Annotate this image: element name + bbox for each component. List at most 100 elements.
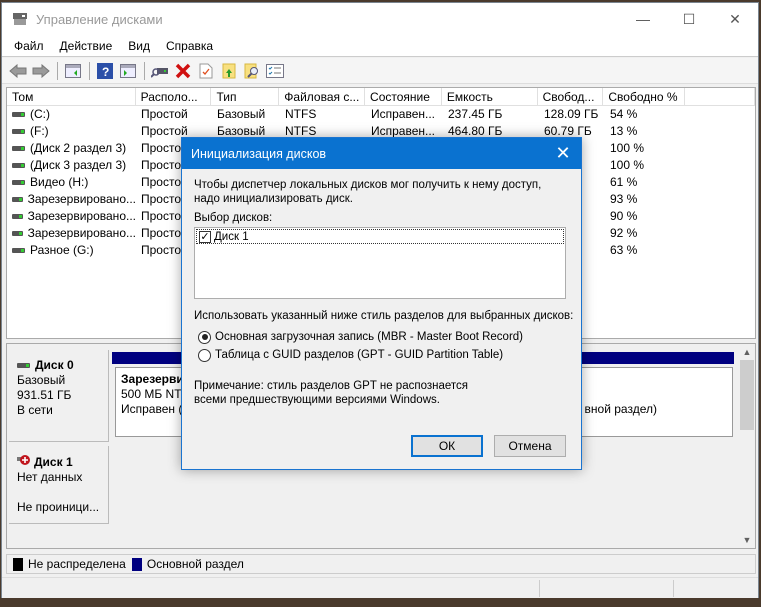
disk-offline-icon [17,454,31,470]
volume-list-header: Том Располо... Тип Файловая с... Состоян… [7,88,755,106]
mbr-label: Основная загрузочная запись (MBR - Maste… [215,331,524,343]
column-header-layout[interactable]: Располо... [136,88,212,106]
disk-0-name: Диск 0 [35,358,74,372]
action-pane-icon[interactable] [117,60,139,82]
mbr-radio[interactable] [198,330,211,344]
dialog-intro: Чтобы диспетчер локальных дисков мог пол… [194,179,542,205]
gpt-option[interactable]: Таблица с GUID разделов (GPT - GUID Part… [194,346,523,364]
disk-list-item[interactable]: ✓ Диск 1 [196,229,564,244]
volume-icon [12,163,25,168]
volume-name-cell: Зарезервировано... [7,225,136,242]
dialog-close-button[interactable]: ✕ [545,143,581,164]
volume-name-cell: Разное (G:) [7,242,136,259]
volume-name: (Диск 3 раздел 3) [30,158,127,172]
legend-primary: Основной раздел [146,557,244,571]
back-icon[interactable] [7,60,29,82]
mbr-option[interactable]: Основная загрузочная запись (MBR - Maste… [194,328,523,346]
volume-name: Видео (H:) [30,175,89,189]
toolbar-separator [57,61,58,80]
volume-icon [12,248,25,253]
scroll-up-icon[interactable]: ▲ [739,344,755,360]
menu-view[interactable]: Вид [120,39,158,53]
title-bar: Управление дисками — ☐ ✕ [2,3,758,35]
volume-icon [12,231,23,236]
status-bar [2,577,758,598]
column-header-status[interactable]: Состояние [365,88,442,106]
column-header-type[interactable]: Тип [211,88,280,106]
scroll-down-icon[interactable]: ▼ [739,532,755,548]
cancel-button[interactable]: Отмена [494,435,566,457]
volume-cell-layout: Простой [141,107,188,121]
volume-cell-free-pct: 100 % [610,158,645,172]
import-icon[interactable] [218,60,240,82]
graphical-view-scrollbar[interactable]: ▲ ▼ [739,344,755,548]
volume-cell-free-pct: 54 % [610,107,638,121]
help-icon[interactable]: ? [94,60,116,82]
menu-action[interactable]: Действие [52,39,121,53]
select-disks-label: Выбор дисков: [194,212,273,224]
volume-name: Зарезервировано... [27,226,136,240]
column-header-capacity[interactable]: Емкость [442,88,538,106]
volume-cell-free: 128.09 ГБ [544,107,599,121]
maximize-button[interactable]: ☐ [666,3,712,35]
toolbar-separator [89,61,90,80]
volume-cell-free-pct: 13 % [610,124,638,138]
menu-help[interactable]: Справка [158,39,221,53]
dialog-title: Инициализация дисков [191,146,327,161]
volume-row[interactable]: (C:) Простой Базовый NTFS Исправен... 237.45 … [7,106,755,123]
forward-icon[interactable] [30,60,52,82]
disk-icon [17,363,30,368]
toolbar: ? [2,58,758,84]
connect-icon[interactable] [149,60,171,82]
disk-select-list[interactable]: ✓ Диск 1 [194,227,566,299]
disk-management-icon [12,12,28,26]
volume-name: (C:) [30,107,50,121]
gpt-note: Примечание: стиль разделов GPT не распоз… [194,380,468,406]
volume-icon [12,180,25,185]
volume-name: Разное (G:) [30,243,94,257]
scrollbar-thumb[interactable] [740,360,754,430]
primary-partition-swatch [131,557,142,571]
ok-button[interactable]: ОК [411,435,483,457]
disk-1-type: Нет данных [17,470,83,484]
initialize-disk-dialog: Инициализация дисков ✕ Чтобы диспетчер л… [181,137,582,470]
volume-icon [12,146,25,151]
column-header-filesystem[interactable]: Файловая с... [279,88,366,106]
column-header-volume[interactable]: Том [7,88,136,106]
disk-1-state: Не проиници... [17,500,100,514]
menu-file[interactable]: Файл [6,39,52,53]
gpt-radio[interactable] [198,348,211,362]
partition-style-label: Использовать указанный ниже стиль раздел… [194,310,574,322]
window-title: Управление дисками [36,11,163,27]
close-button[interactable]: ✕ [712,3,758,35]
delete-icon[interactable] [172,60,194,82]
column-header-free-space[interactable]: Свобод... [538,88,604,106]
volume-cell-capacity: 237.45 ГБ [448,107,503,121]
volume-cell-free-pct: 93 % [610,192,638,206]
volume-name: Зарезервировано... [27,209,136,223]
properties-icon[interactable] [195,60,217,82]
disk-management-window: Управление дисками — ☐ ✕ Файл Действие В… [1,2,759,598]
console-tree-icon[interactable] [62,60,84,82]
volume-icon [12,129,25,134]
disk-1-checkbox[interactable]: ✓ [199,230,211,243]
disk-0-label[interactable]: Диск 0 Базовый 931.51 ГБ В сети [9,350,109,442]
volume-name: Зарезервировано... [27,192,136,206]
minimize-button[interactable]: — [620,3,666,35]
volume-cell-free-pct: 61 % [610,175,638,189]
volume-icon [12,214,23,219]
volume-name-cell: Видео (H:) [7,174,136,191]
volume-name-cell: (C:) [7,106,136,123]
status-separator [539,580,540,597]
volume-cell-free-pct: 63 % [610,243,638,257]
volume-name-cell: (F:) [7,123,136,140]
disk-1-name: Диск 1 [34,454,73,469]
column-header-free-percent[interactable]: Свободно % [603,88,686,106]
partition-status: Исправен ( [121,402,183,416]
disk-1-label[interactable]: Диск 1 Нет данных Не проиници... [9,446,109,524]
search-icon[interactable] [241,60,263,82]
checklist-icon[interactable] [264,60,286,82]
gpt-label: Таблица с GUID разделов (GPT - GUID Part… [215,349,504,361]
volume-name-cell: (Диск 3 раздел 3) [7,157,136,174]
volume-name: (Диск 2 раздел 3) [30,141,127,155]
